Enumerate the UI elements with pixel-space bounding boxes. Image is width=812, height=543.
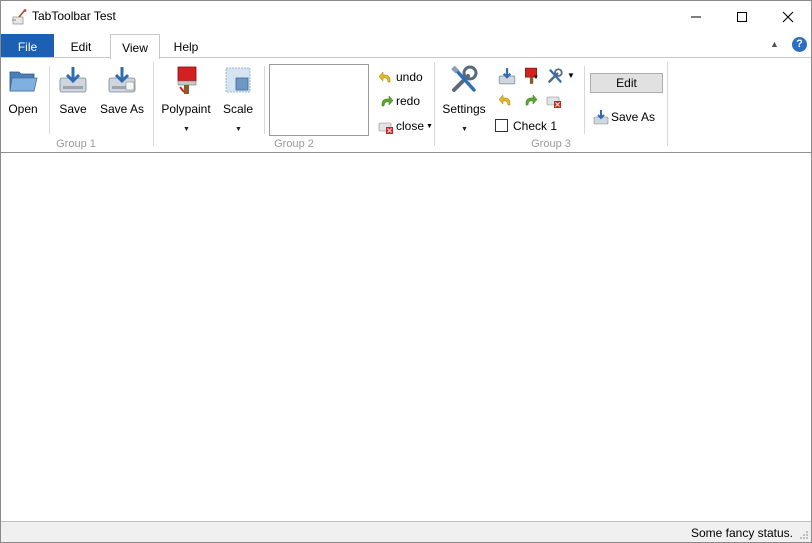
check-1-checkbox[interactable]	[495, 119, 508, 132]
status-text: Some fancy status.	[690, 526, 793, 540]
collapse-ribbon-icon[interactable]: ▲	[770, 39, 779, 49]
minimize-button[interactable]	[673, 1, 719, 32]
open-button[interactable]: Open	[3, 58, 43, 120]
close-doc-label: close	[396, 119, 425, 133]
title-bar: TabToolbar Test	[1, 1, 811, 32]
settings-button[interactable]: Settings ▼	[440, 58, 488, 136]
content-area[interactable]	[1, 152, 811, 522]
group-1-label: Group 1	[56, 138, 96, 150]
redo-small-icon[interactable]	[522, 92, 538, 108]
save-button[interactable]: Save	[53, 58, 93, 120]
close-button[interactable]	[765, 1, 811, 32]
save-as-small-label: Save As	[611, 110, 656, 124]
save-as-button[interactable]: Save As	[99, 58, 145, 120]
status-bar: Some fancy status.	[1, 522, 811, 542]
save-icon	[59, 67, 87, 93]
tab-strip: File Edit View Help	[1, 34, 811, 59]
help-icon[interactable]: ?	[792, 37, 807, 52]
paint-small-dropdown-icon: ▼	[533, 75, 539, 81]
paint-bucket-icon	[177, 66, 197, 94]
separator	[667, 62, 668, 146]
undo-label: undo	[396, 70, 423, 84]
save-as-small-icon	[593, 110, 609, 125]
open-label: Open	[8, 102, 38, 116]
undo-icon	[378, 71, 391, 83]
app-window: TabToolbar Test File Edit View Help ▲ ? …	[0, 0, 812, 543]
tab-help[interactable]: Help	[162, 34, 210, 58]
redo-icon	[381, 95, 394, 107]
tools-small-icon[interactable]	[546, 67, 564, 85]
tab-edit[interactable]: Edit	[58, 34, 104, 58]
folder-open-icon	[9, 71, 38, 92]
polypaint-label: Polypaint	[161, 102, 211, 116]
settings-tools-icon	[451, 65, 478, 92]
resize-grip-icon[interactable]	[799, 530, 809, 540]
undo-button[interactable]: undo	[378, 69, 423, 85]
group-3-label: Group 3	[531, 138, 571, 150]
redo-button[interactable]: redo	[378, 93, 420, 109]
save-label: Save	[59, 102, 87, 116]
gallery-box[interactable]	[269, 64, 369, 136]
polypaint-dropdown-icon: ▼	[183, 126, 190, 133]
separator	[264, 66, 265, 134]
redo-label: redo	[396, 94, 421, 108]
maximize-button[interactable]	[719, 1, 765, 32]
separator	[434, 62, 435, 146]
group-2-label: Group 2	[274, 138, 314, 150]
separator	[49, 66, 50, 134]
scale-dropdown-icon: ▼	[235, 126, 242, 133]
close-doc-icon	[378, 122, 393, 134]
close-small-icon[interactable]	[546, 92, 562, 108]
minimize-icon	[691, 16, 701, 17]
scale-label: Scale	[222, 102, 254, 116]
check-1-label[interactable]: Check 1	[513, 119, 557, 133]
polypaint-button[interactable]: Polypaint ▼	[159, 58, 213, 136]
close-dropdown-icon: ▼	[426, 122, 433, 130]
window-title: TabToolbar Test	[32, 9, 116, 23]
close-doc-button[interactable]: close ▼	[378, 118, 433, 134]
settings-dropdown-icon: ▼	[461, 126, 468, 133]
separator	[584, 66, 585, 134]
settings-label: Settings	[442, 102, 486, 116]
save-as-label: Save As	[99, 102, 145, 116]
app-icon	[12, 9, 27, 25]
edit-button[interactable]: Edit	[590, 73, 663, 93]
separator	[153, 62, 154, 146]
tab-file[interactable]: File	[1, 34, 54, 58]
scale-icon	[225, 67, 251, 93]
close-icon	[782, 11, 794, 22]
tab-view[interactable]: View	[110, 34, 160, 59]
scale-button[interactable]: Scale ▼	[217, 58, 259, 136]
save-as-icon	[108, 67, 136, 93]
save-small-icon[interactable]	[498, 67, 516, 85]
tools-dropdown-icon: ▼	[567, 71, 575, 80]
ribbon-panel: Open Save Save As Group 1 Polypaint ▼ Sc…	[1, 57, 811, 152]
undo-small-icon[interactable]	[498, 92, 514, 108]
save-as-small-button[interactable]: Save As	[593, 109, 655, 125]
maximize-icon	[737, 11, 747, 22]
